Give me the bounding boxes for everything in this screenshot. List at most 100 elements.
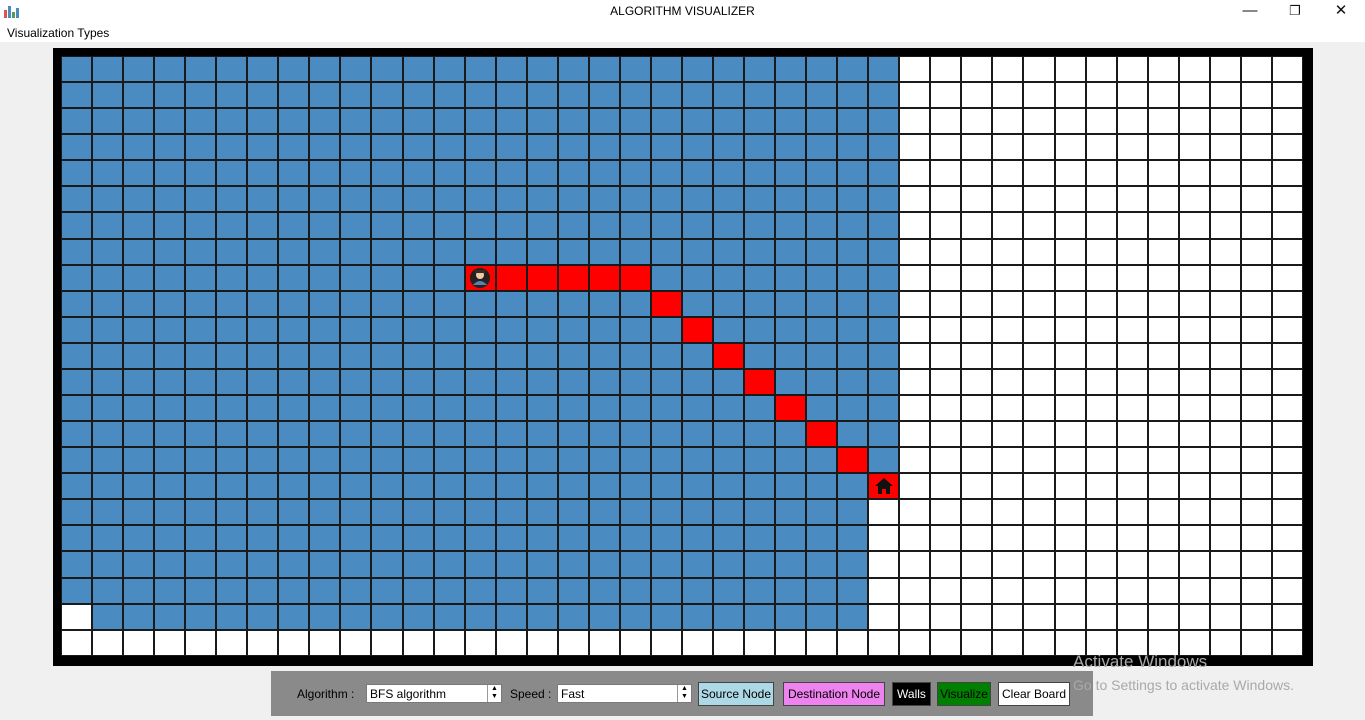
visited-cell[interactable] — [61, 525, 93, 552]
visited-cell[interactable] — [464, 447, 496, 474]
visited-cell[interactable] — [92, 342, 124, 369]
empty-cell[interactable] — [1085, 160, 1117, 187]
empty-cell[interactable] — [1271, 290, 1303, 317]
visited-cell[interactable] — [744, 499, 776, 526]
visited-cell[interactable] — [650, 56, 682, 83]
visited-cell[interactable] — [371, 82, 403, 109]
path-cell[interactable] — [526, 264, 558, 291]
path-cell[interactable] — [712, 342, 745, 369]
visited-cell[interactable] — [837, 368, 869, 396]
visited-cell[interactable] — [712, 264, 745, 291]
visited-cell[interactable] — [402, 56, 434, 83]
visited-cell[interactable] — [247, 108, 279, 135]
empty-cell[interactable] — [992, 316, 1024, 343]
visited-cell[interactable] — [775, 108, 807, 135]
empty-cell[interactable] — [1209, 395, 1241, 422]
visited-cell[interactable] — [557, 525, 589, 552]
path-cell[interactable] — [681, 316, 713, 343]
empty-cell[interactable] — [340, 629, 372, 656]
empty-cell[interactable] — [899, 342, 931, 369]
visited-cell[interactable] — [806, 551, 838, 578]
visited-cell[interactable] — [185, 551, 217, 578]
empty-cell[interactable] — [1116, 499, 1148, 526]
visited-cell[interactable] — [433, 447, 465, 474]
visited-cell[interactable] — [185, 447, 217, 474]
visited-cell[interactable] — [526, 421, 558, 448]
empty-cell[interactable] — [1147, 238, 1179, 265]
visited-cell[interactable] — [309, 290, 341, 317]
visited-cell[interactable] — [309, 108, 341, 135]
visited-cell[interactable] — [464, 499, 496, 526]
visited-cell[interactable] — [278, 212, 310, 239]
visited-cell[interactable] — [61, 238, 93, 265]
visited-cell[interactable] — [744, 342, 776, 369]
visited-cell[interactable] — [619, 499, 651, 526]
visited-cell[interactable] — [340, 368, 372, 396]
visited-cell[interactable] — [340, 264, 372, 291]
empty-cell[interactable] — [1271, 160, 1303, 187]
maximize-button[interactable]: ❐ — [1272, 0, 1318, 22]
empty-cell[interactable] — [1178, 525, 1210, 552]
visited-cell[interactable] — [154, 212, 186, 239]
visited-cell[interactable] — [371, 290, 403, 317]
empty-cell[interactable] — [899, 473, 931, 500]
visited-cell[interactable] — [433, 603, 465, 630]
empty-cell[interactable] — [930, 551, 962, 578]
empty-cell[interactable] — [1116, 577, 1148, 604]
empty-cell[interactable] — [1209, 56, 1241, 83]
empty-cell[interactable] — [1147, 82, 1179, 109]
visited-cell[interactable] — [92, 395, 124, 422]
empty-cell[interactable] — [1240, 447, 1272, 474]
empty-cell[interactable] — [1178, 56, 1210, 83]
visited-cell[interactable] — [526, 368, 558, 396]
visited-cell[interactable] — [588, 56, 620, 83]
visited-cell[interactable] — [557, 316, 589, 343]
visited-cell[interactable] — [806, 499, 838, 526]
empty-cell[interactable] — [1178, 238, 1210, 265]
visited-cell[interactable] — [712, 603, 745, 630]
empty-cell[interactable] — [961, 499, 993, 526]
empty-cell[interactable] — [1178, 447, 1210, 474]
visited-cell[interactable] — [464, 603, 496, 630]
visited-cell[interactable] — [123, 499, 155, 526]
empty-cell[interactable] — [1116, 525, 1148, 552]
visited-cell[interactable] — [744, 525, 776, 552]
visited-cell[interactable] — [61, 134, 93, 161]
visited-cell[interactable] — [712, 82, 745, 109]
empty-cell[interactable] — [433, 629, 465, 656]
visited-cell[interactable] — [61, 421, 93, 448]
empty-cell[interactable] — [1023, 421, 1055, 448]
visited-cell[interactable] — [806, 82, 838, 109]
visited-cell[interactable] — [371, 212, 403, 239]
empty-cell[interactable] — [1178, 212, 1210, 239]
empty-cell[interactable] — [1085, 551, 1117, 578]
empty-cell[interactable] — [961, 134, 993, 161]
visited-cell[interactable] — [340, 290, 372, 317]
visited-cell[interactable] — [712, 395, 745, 422]
visited-cell[interactable] — [712, 316, 745, 343]
empty-cell[interactable] — [868, 577, 900, 604]
visited-cell[interactable] — [61, 56, 93, 83]
visited-cell[interactable] — [278, 342, 310, 369]
visited-cell[interactable] — [154, 316, 186, 343]
visited-cell[interactable] — [526, 499, 558, 526]
visited-cell[interactable] — [837, 238, 869, 265]
visited-cell[interactable] — [92, 525, 124, 552]
empty-cell[interactable] — [371, 629, 403, 656]
empty-cell[interactable] — [1147, 212, 1179, 239]
visited-cell[interactable] — [557, 186, 589, 213]
empty-cell[interactable] — [961, 629, 993, 656]
empty-cell[interactable] — [1271, 577, 1303, 604]
visited-cell[interactable] — [247, 499, 279, 526]
empty-cell[interactable] — [495, 629, 527, 656]
empty-cell[interactable] — [1271, 82, 1303, 109]
visited-cell[interactable] — [650, 212, 682, 239]
empty-cell[interactable] — [1271, 473, 1303, 500]
visited-cell[interactable] — [92, 368, 124, 396]
visited-cell[interactable] — [650, 134, 682, 161]
visited-cell[interactable] — [681, 160, 713, 187]
empty-cell[interactable] — [992, 290, 1024, 317]
visited-cell[interactable] — [806, 395, 838, 422]
visited-cell[interactable] — [247, 342, 279, 369]
visited-cell[interactable] — [309, 186, 341, 213]
